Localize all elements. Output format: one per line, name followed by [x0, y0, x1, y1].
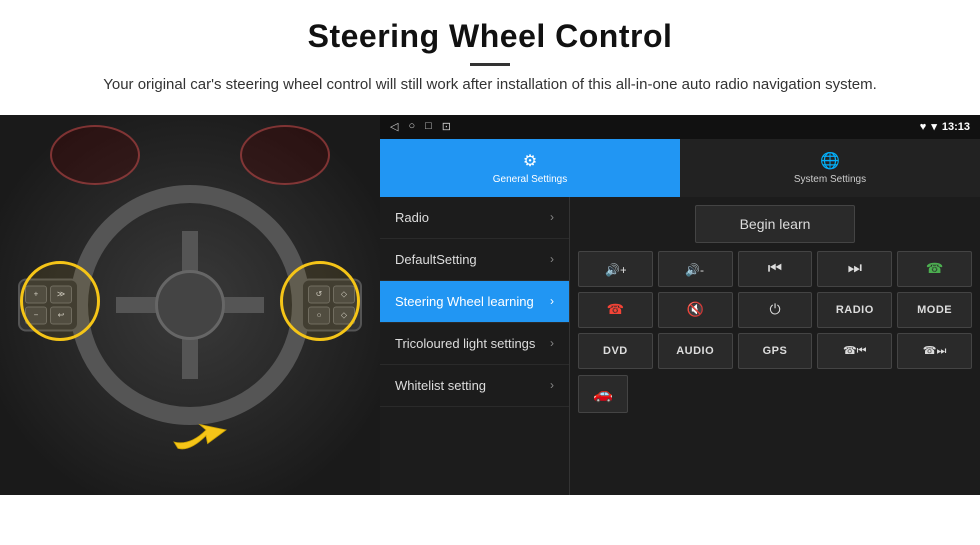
- menu-item-radio-label: Radio: [395, 210, 550, 225]
- begin-learn-row: Begin learn: [578, 205, 972, 243]
- steering-wheel-panel: Begin learn 🔊+ 🔊- ⏮ ⏭ ☎ ☎ 🔇 ⏻: [570, 197, 980, 495]
- sw-background: + ≫ − ↩ ↺ ◇ ○ ◇: [0, 115, 380, 495]
- chevron-icon-steering: ›: [550, 294, 554, 308]
- general-settings-icon: ⚙: [523, 151, 537, 171]
- phone-answer-button[interactable]: ☎: [897, 251, 972, 287]
- chevron-icon-whitelist: ›: [550, 378, 554, 392]
- next-track-button[interactable]: ⏭: [817, 251, 892, 287]
- power-button[interactable]: ⏻: [738, 292, 813, 328]
- recents-icon: □: [425, 120, 432, 133]
- menu-item-steering-label: Steering Wheel learning: [395, 294, 550, 309]
- home-icon: ○: [408, 120, 415, 133]
- tab-system-label: System Settings: [794, 174, 866, 185]
- menu-item-default-label: DefaultSetting: [395, 252, 550, 267]
- menu-item-whitelist[interactable]: Whitelist setting ›: [380, 365, 569, 407]
- page-header: Steering Wheel Control Your original car…: [0, 0, 980, 107]
- settings-menu: Radio › DefaultSetting › Steering Wheel …: [380, 197, 570, 495]
- highlight-circle-left: [20, 261, 100, 341]
- page-title: Steering Wheel Control: [60, 18, 920, 55]
- chevron-icon-default: ›: [550, 252, 554, 266]
- svg-text:🔊+: 🔊+: [605, 262, 626, 277]
- menu-item-whitelist-label: Whitelist setting: [395, 378, 550, 393]
- car-settings-button[interactable]: 🚗: [578, 375, 628, 413]
- settings-tabs: ⚙ General Settings 🌐 System Settings: [380, 139, 980, 197]
- status-bar-nav-icons: ◁ ○ □ ⊡: [390, 120, 451, 133]
- status-time: 13:13: [942, 121, 970, 133]
- chevron-icon-radio: ›: [550, 210, 554, 224]
- system-settings-icon: 🌐: [820, 151, 840, 171]
- highlight-circle-right: [280, 261, 360, 341]
- menu-item-tricoloured-label: Tricoloured light settings: [395, 336, 550, 351]
- status-bar: ◁ ○ □ ⊡ ♥ ▾ 13:13: [380, 115, 980, 139]
- menu-item-radio[interactable]: Radio ›: [380, 197, 569, 239]
- sw-center-hub: [155, 270, 225, 340]
- location-icon: ♥: [920, 121, 927, 133]
- dash-gauge-right: [240, 125, 330, 185]
- phone-next-button[interactable]: ☎⏭: [897, 333, 972, 369]
- prev-track-button[interactable]: ⏮: [738, 251, 813, 287]
- svg-text:🔊-: 🔊-: [685, 262, 704, 277]
- settings-content: Radio › DefaultSetting › Steering Wheel …: [380, 197, 980, 495]
- mode-button[interactable]: MODE: [897, 292, 972, 328]
- status-bar-right: ♥ ▾ 13:13: [920, 120, 970, 133]
- begin-learn-button[interactable]: Begin learn: [695, 205, 855, 243]
- gps-button[interactable]: GPS: [738, 333, 813, 369]
- steering-wheel-image: + ≫ − ↩ ↺ ◇ ○ ◇: [0, 115, 380, 495]
- header-divider: [470, 63, 510, 66]
- radio-button[interactable]: RADIO: [817, 292, 892, 328]
- menu-item-tricoloured[interactable]: Tricoloured light settings ›: [380, 323, 569, 365]
- mute-button[interactable]: 🔇: [658, 292, 733, 328]
- vol-up-button[interactable]: 🔊+: [578, 251, 653, 287]
- tab-general-label: General Settings: [493, 174, 568, 185]
- dvd-button[interactable]: DVD: [578, 333, 653, 369]
- menu-item-steering[interactable]: Steering Wheel learning ›: [380, 281, 569, 323]
- tab-general[interactable]: ⚙ General Settings: [380, 139, 680, 197]
- back-icon: ◁: [390, 120, 398, 133]
- bottom-buttons-row: 🚗: [578, 375, 972, 413]
- dash-gauge-left: [50, 125, 140, 185]
- main-content: + ≫ − ↩ ↺ ◇ ○ ◇: [0, 115, 980, 495]
- arrow-indicator: [166, 400, 246, 465]
- menu-item-default[interactable]: DefaultSetting ›: [380, 239, 569, 281]
- control-buttons-grid: 🔊+ 🔊- ⏮ ⏭ ☎ ☎ 🔇 ⏻ RADIO MODE DVD: [578, 251, 972, 369]
- menu-icon: ⊡: [442, 120, 451, 133]
- phone-end-button[interactable]: ☎: [578, 292, 653, 328]
- steering-wheel-ring: [70, 185, 310, 425]
- header-description: Your original car's steering wheel contr…: [100, 74, 880, 97]
- tab-system[interactable]: 🌐 System Settings: [680, 139, 980, 197]
- android-screen: ◁ ○ □ ⊡ ♥ ▾ 13:13 ⚙ General Settings 🌐 S…: [380, 115, 980, 495]
- chevron-icon-tricoloured: ›: [550, 336, 554, 350]
- wifi-icon: ▾: [931, 120, 937, 133]
- vol-down-button[interactable]: 🔊-: [658, 251, 733, 287]
- phone-prev-button[interactable]: ☎⏮: [817, 333, 892, 369]
- audio-button[interactable]: AUDIO: [658, 333, 733, 369]
